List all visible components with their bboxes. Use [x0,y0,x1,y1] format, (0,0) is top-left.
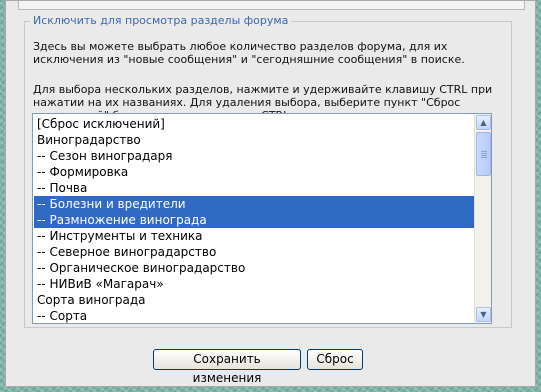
previous-section-strip [18,1,525,10]
grip-line [481,153,487,154]
form-buttons: Сохранить изменения Сброс [6,349,537,385]
forum-option[interactable]: -- Сезон виноградаря [34,148,474,164]
forum-option[interactable]: -- Формировка [34,164,474,180]
scrollbar-thumb[interactable] [476,132,491,176]
forum-option[interactable]: -- Северное виноградарство [34,244,474,260]
forum-option[interactable]: -- Органическое виноградарство [34,260,474,276]
forum-option[interactable]: -- Сорта [34,308,474,323]
forum-option[interactable]: [Сброс исключений] [34,116,474,132]
settings-panel: Исключить для просмотра разделы форума З… [5,0,536,387]
forum-option[interactable]: Сорта винограда [34,292,474,308]
forum-option[interactable]: -- Размножение винограда [34,212,474,228]
forum-option[interactable]: Виноградарство [34,132,474,148]
forum-option[interactable]: -- НИВиВ «Магарач» [34,276,474,292]
chevron-down-icon[interactable]: ▼ [476,307,491,322]
forum-option[interactable]: -- Почва [34,180,474,196]
grip-line [481,157,487,158]
fieldset-description-1: Здесь вы можете выбрать любое количество… [33,40,465,66]
fieldset-legend: Исключить для просмотра разделы форума [33,14,289,27]
grip-line [481,151,487,152]
reset-button[interactable]: Сброс [307,349,363,370]
grip-line [481,155,487,156]
forum-option[interactable]: -- Инструменты и техника [34,228,474,244]
chevron-up-icon[interactable]: ▲ [476,115,491,130]
forum-option[interactable]: -- Болезни и вредители [34,196,474,212]
forum-multiselect-list[interactable]: [Сброс исключений] Виноградарство -- Сезон… [32,113,492,324]
save-changes-button[interactable]: Сохранить изменения [153,349,301,385]
list-scrollbar[interactable]: ▲ ▼ [474,114,491,323]
